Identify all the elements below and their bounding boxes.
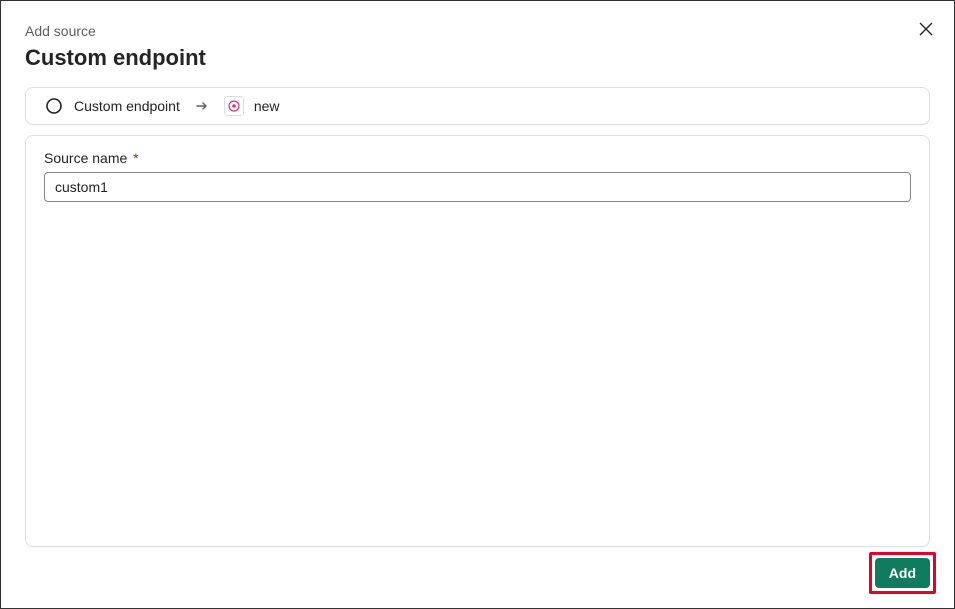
required-indicator: *: [133, 150, 138, 166]
breadcrumb-step-custom-endpoint[interactable]: Custom endpoint: [44, 96, 180, 116]
source-name-label: Source name *: [44, 150, 911, 166]
source-name-input[interactable]: [44, 172, 911, 202]
breadcrumb: Custom endpoint new: [25, 87, 930, 125]
circle-icon: [44, 96, 64, 116]
arrow-right-icon: [194, 98, 210, 114]
page-title: Custom endpoint: [25, 45, 930, 71]
dialog-header: Add source Custom endpoint: [1, 1, 954, 79]
add-button-highlight: Add: [869, 552, 936, 594]
form-panel: Source name *: [25, 135, 930, 547]
dialog-footer: Add: [869, 552, 936, 594]
breadcrumb-step-new[interactable]: new: [224, 96, 280, 116]
breadcrumb-step-label: Custom endpoint: [74, 98, 180, 114]
header-subtitle: Add source: [25, 23, 930, 39]
endpoint-icon: [224, 96, 244, 116]
close-icon: [918, 21, 934, 37]
add-button[interactable]: Add: [875, 558, 930, 588]
breadcrumb-step-label: new: [254, 98, 280, 114]
close-button[interactable]: [916, 19, 936, 39]
source-name-label-text: Source name: [44, 150, 127, 166]
